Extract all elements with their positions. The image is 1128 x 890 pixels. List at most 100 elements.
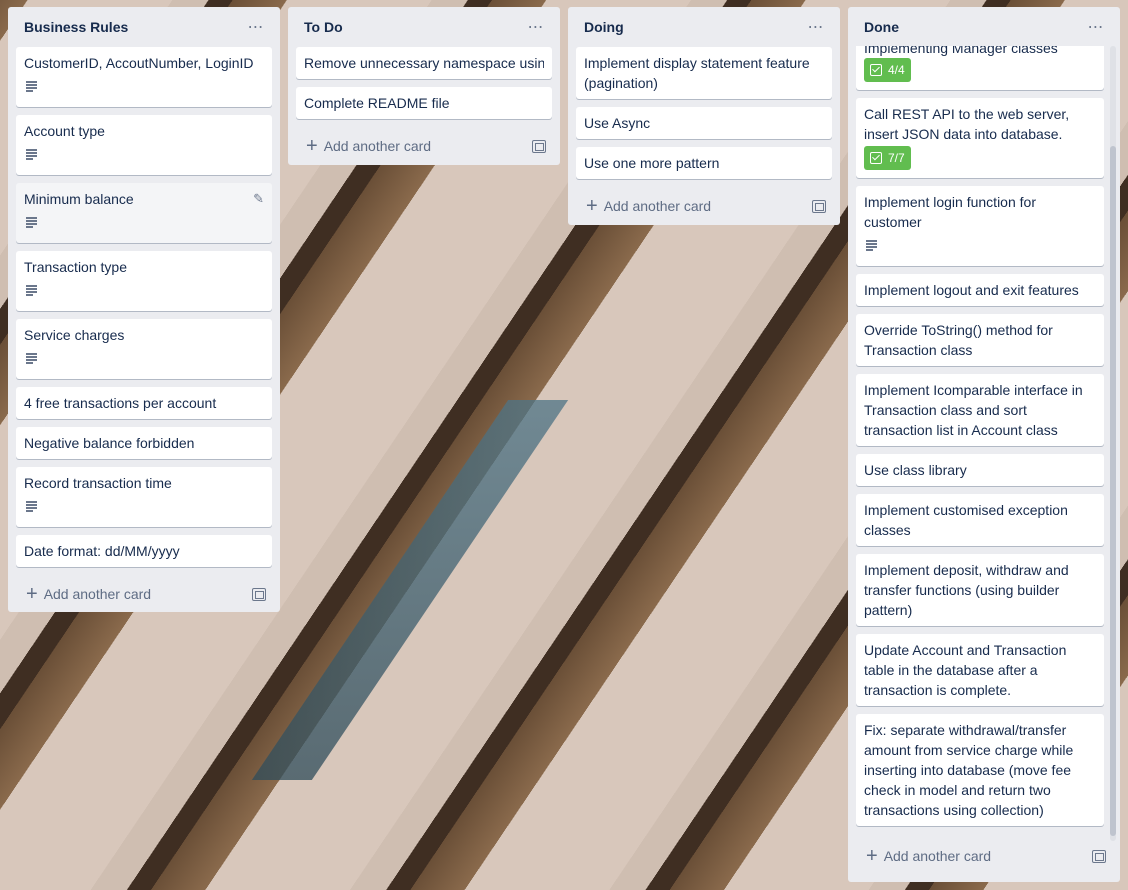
- card-template-icon[interactable]: [532, 139, 546, 153]
- card-title: Implement login function for customer: [864, 194, 1036, 230]
- card[interactable]: Implement login function for customer: [856, 186, 1104, 266]
- card[interactable]: Implement display statement feature (pag…: [576, 47, 832, 99]
- list-title[interactable]: Done: [864, 19, 899, 35]
- card[interactable]: Account type: [16, 115, 272, 175]
- list-title[interactable]: Doing: [584, 19, 624, 35]
- list-title[interactable]: To Do: [304, 19, 343, 35]
- card[interactable]: Use class library: [856, 454, 1104, 486]
- card[interactable]: Fix: separate withdrawal/transfer amount…: [856, 714, 1104, 826]
- add-card-button[interactable]: + Add another card: [8, 575, 280, 613]
- list-header: To Do ⋯: [288, 7, 560, 47]
- card[interactable]: Implement logout and exit features: [856, 274, 1104, 306]
- add-card-label: Add another card: [43, 586, 152, 602]
- add-card-label: Add another card: [883, 848, 992, 864]
- card-badges: 4/4: [864, 58, 1096, 82]
- card[interactable]: Call REST API to the web server, insert …: [856, 98, 1104, 178]
- description-icon: [24, 500, 38, 512]
- add-card-button[interactable]: + Add another card: [848, 837, 1120, 875]
- card-title: Update Account and Transaction table in …: [864, 642, 1067, 698]
- card-template-icon[interactable]: [252, 587, 266, 601]
- description-icon: [24, 284, 38, 296]
- card[interactable]: Implementing Manager classes 4/4: [856, 46, 1104, 90]
- list-header: Doing ⋯: [568, 7, 840, 47]
- card[interactable]: Implement deposit, withdraw and transfer…: [856, 554, 1104, 626]
- card-title: Implementing Manager classes: [864, 46, 1058, 56]
- card[interactable]: CustomerID, AccoutNumber, LoginID: [16, 47, 272, 107]
- add-card-label: Add another card: [323, 138, 432, 154]
- card-list: CustomerID, AccoutNumber, LoginID Accoun…: [8, 47, 280, 567]
- card-template-icon[interactable]: [1092, 849, 1106, 863]
- pencil-icon[interactable]: ✎: [253, 191, 264, 207]
- more-horizontal-icon[interactable]: ⋯: [804, 15, 828, 39]
- card-badges: [24, 280, 264, 300]
- card-title: Complete README file: [304, 95, 450, 111]
- list-done: Done ⋯ Implementing Manager classes 4/4 …: [848, 7, 1120, 882]
- add-card-label-group: + Add another card: [306, 136, 431, 156]
- scrollbar-thumb[interactable]: [1110, 146, 1116, 836]
- card[interactable]: 4 free transactions per account: [16, 387, 272, 419]
- more-horizontal-icon[interactable]: ⋯: [1084, 15, 1108, 39]
- card[interactable]: Remove unnecessary namespace using: [296, 47, 552, 79]
- card-list: Implementing Manager classes 4/4 Call RE…: [848, 46, 1104, 834]
- description-icon: [864, 239, 878, 251]
- card-title: Fix: separate withdrawal/transfer amount…: [864, 722, 1074, 818]
- plus-icon: +: [26, 583, 38, 605]
- list-business-rules: Business Rules ⋯ CustomerID, AccoutNumbe…: [8, 7, 280, 612]
- card-badges: [24, 496, 264, 516]
- card-title: Implement logout and exit features: [864, 282, 1079, 298]
- done-scroll-area[interactable]: Implementing Manager classes 4/4 Call RE…: [848, 46, 1120, 841]
- card[interactable]: Use Async: [576, 107, 832, 139]
- checklist-count: 4/4: [888, 63, 905, 77]
- card[interactable]: Override ToString() method for Transacti…: [856, 314, 1104, 366]
- card-title: Use class library: [864, 462, 967, 478]
- card-title: Use Async: [584, 115, 651, 131]
- description-icon: [24, 216, 38, 228]
- card-list: Implement display statement feature (pag…: [568, 47, 840, 179]
- card-title: Transaction type: [24, 259, 127, 275]
- plus-icon: +: [306, 135, 318, 157]
- description-icon: [24, 80, 38, 92]
- add-card-label-group: + Add another card: [26, 584, 151, 604]
- list-to-do: To Do ⋯ Remove unnecessary namespace usi…: [288, 7, 560, 165]
- card-title: Record transaction time: [24, 475, 172, 491]
- card[interactable]: Update Account and Transaction table in …: [856, 634, 1104, 706]
- card-title: CustomerID, AccoutNumber, LoginID: [24, 55, 254, 71]
- card-title: Implement display statement feature (pag…: [584, 55, 810, 91]
- card-badges: [24, 76, 264, 96]
- description-icon: [24, 148, 38, 160]
- card[interactable]: Transaction type: [16, 251, 272, 311]
- card[interactable]: Date format: dd/MM/yyyy: [16, 535, 272, 567]
- list-header: Done ⋯: [848, 7, 1120, 47]
- card[interactable]: Use one more pattern: [576, 147, 832, 179]
- card-title: Account type: [24, 123, 105, 139]
- card[interactable]: Service charges: [16, 319, 272, 379]
- plus-icon: +: [586, 195, 598, 217]
- card[interactable]: Implement customised exception classes: [856, 494, 1104, 546]
- checklist-count: 7/7: [888, 151, 905, 165]
- list-header: Business Rules ⋯: [8, 7, 280, 47]
- more-horizontal-icon[interactable]: ⋯: [244, 15, 268, 39]
- plus-icon: +: [866, 845, 878, 867]
- card-title: Remove unnecessary namespace using: [304, 55, 544, 71]
- card-title: Use one more pattern: [584, 155, 720, 171]
- card-template-icon[interactable]: [812, 199, 826, 213]
- card[interactable]: Record transaction time: [16, 467, 272, 527]
- card-title: Implement deposit, withdraw and transfer…: [864, 562, 1069, 618]
- card[interactable]: Minimum balance ✎: [16, 183, 272, 243]
- card-list: Remove unnecessary namespace using Compl…: [288, 47, 560, 119]
- list-doing: Doing ⋯ Implement display statement feat…: [568, 7, 840, 225]
- card[interactable]: Implement Icomparable interface in Trans…: [856, 374, 1104, 446]
- checklist-badge: 4/4: [864, 58, 911, 82]
- list-title[interactable]: Business Rules: [24, 19, 128, 35]
- card-title: Implement customised exception classes: [864, 502, 1068, 538]
- add-card-label-group: + Add another card: [586, 196, 711, 216]
- card-title: Minimum balance: [24, 191, 134, 207]
- add-card-label: Add another card: [603, 198, 712, 214]
- add-card-button[interactable]: + Add another card: [568, 187, 840, 225]
- checklist-badge: 7/7: [864, 146, 911, 170]
- card[interactable]: Complete README file: [296, 87, 552, 119]
- add-card-button[interactable]: + Add another card: [288, 127, 560, 165]
- card-badges: [864, 235, 1096, 255]
- card[interactable]: Negative balance forbidden: [16, 427, 272, 459]
- more-horizontal-icon[interactable]: ⋯: [524, 15, 548, 39]
